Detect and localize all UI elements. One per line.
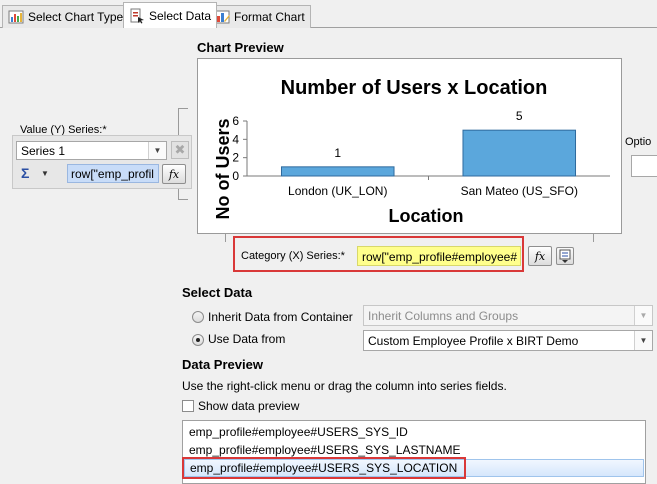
chart-preview-area: Number of Users x Location No of Users L…: [197, 58, 622, 234]
inherit-columns-select[interactable]: Inherit Columns and Groups ▼: [363, 305, 653, 326]
data-label: 5: [516, 109, 523, 123]
aggregate-dropdown-chevron-icon[interactable]: ▼: [41, 169, 49, 178]
chevron-down-icon: ▼: [148, 142, 166, 159]
chart-y-axis-label: No of Users: [213, 118, 233, 219]
location-column-highlight-box: [182, 457, 466, 479]
close-icon: ✖: [174, 142, 186, 157]
bottom-bracket-left: [225, 234, 226, 242]
options-input[interactable]: [631, 155, 657, 177]
fx-icon: fx: [534, 249, 546, 263]
select-data-title: Select Data: [182, 285, 253, 300]
tab-select-chart-type[interactable]: Select Chart Type: [2, 5, 130, 28]
grouping-icon: [559, 249, 571, 263]
chart-type-icon: [8, 9, 24, 25]
list-item-partial: [243, 480, 543, 483]
y-tick-label: 0: [232, 169, 239, 183]
x-tick-label: London (UK_LON): [288, 184, 387, 198]
data-label: 1: [334, 146, 341, 160]
tab-label: Select Data: [149, 8, 212, 23]
chevron-down-icon: ▼: [634, 331, 652, 350]
category-series-label: Category (X) Series:*: [241, 250, 345, 262]
select-data-icon: [129, 8, 145, 24]
category-expression-input[interactable]: row["emp_profile#employee#: [357, 246, 521, 266]
options-label: Optio: [625, 136, 652, 148]
inherit-columns-value: Inherit Columns and Groups: [368, 308, 519, 323]
y-tick-label: 6: [232, 114, 239, 128]
show-data-preview-label: Show data preview: [198, 399, 300, 413]
bar: [280, 166, 395, 177]
fx-icon: fx: [168, 167, 180, 181]
chart-preview-title: Chart Preview: [197, 40, 284, 55]
chart-title: Number of Users x Location: [281, 77, 548, 99]
delete-series-button[interactable]: ✖: [171, 141, 189, 159]
x-tick-label: San Mateo (US_SFO): [461, 184, 578, 198]
data-set-select[interactable]: Custom Employee Profile x BIRT Demo ▼: [363, 330, 653, 351]
y-tick-label: 4: [232, 132, 239, 146]
data-preview-title: Data Preview: [182, 357, 263, 372]
sigma-aggregate-icon[interactable]: Σ: [21, 165, 29, 181]
data-set-value: Custom Employee Profile x BIRT Demo: [368, 333, 579, 348]
value-expression-builder-button[interactable]: fx: [162, 164, 186, 184]
series-select-value: Series 1: [21, 143, 66, 158]
chart-x-axis-label: Location: [389, 206, 464, 226]
inherit-data-radio[interactable]: [192, 311, 204, 323]
category-expression-builder-button[interactable]: fx: [528, 246, 552, 266]
value-expression-input[interactable]: row["emp_profil: [67, 164, 159, 183]
y-tick-label: 2: [232, 151, 239, 165]
tab-select-data[interactable]: Select Data: [123, 2, 218, 28]
grouping-button[interactable]: [556, 247, 574, 265]
series-select[interactable]: Series 1 ▼: [16, 141, 167, 160]
chevron-down-icon: ▼: [634, 306, 652, 325]
tab-label: Select Chart Type: [28, 10, 124, 24]
list-item[interactable]: emp_profile#employee#USERS_SYS_ID: [189, 423, 408, 441]
use-data-label: Use Data from: [208, 332, 286, 346]
tab-label: Format Chart: [234, 10, 305, 24]
show-data-preview-checkbox[interactable]: [182, 400, 194, 412]
value-series-panel: Series 1 ▼ ✖ Σ ▼ row["emp_profil fx: [12, 135, 192, 189]
bar-chart: Number of Users x Location No of Users L…: [213, 77, 610, 226]
bar: [462, 129, 577, 177]
use-data-radio[interactable]: [192, 334, 204, 346]
inherit-data-label: Inherit Data from Container: [208, 310, 353, 324]
data-preview-hint: Use the right-click menu or drag the col…: [182, 379, 507, 393]
tab-format-chart[interactable]: Format Chart: [208, 5, 311, 28]
bottom-bracket-right: [593, 234, 594, 242]
